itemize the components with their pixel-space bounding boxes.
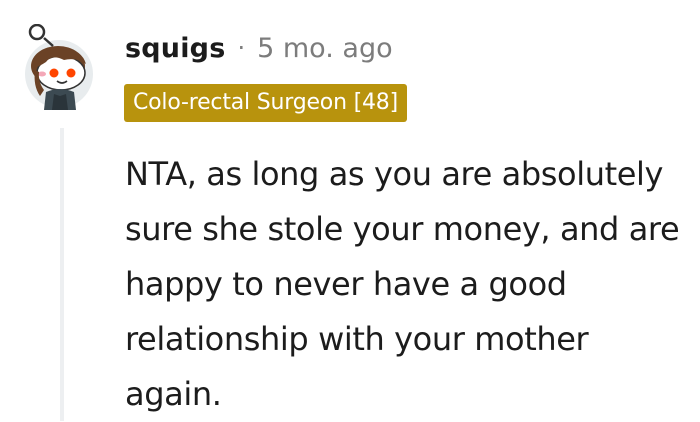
meta-separator: · xyxy=(237,34,246,62)
thread-line[interactable] xyxy=(60,128,64,421)
timestamp[interactable]: 5 mo. ago xyxy=(257,33,392,64)
user-flair: Colo-rectal Surgeon [48] xyxy=(124,84,407,122)
comment-body: NTA, as long as you are absolutely sure … xyxy=(125,155,680,413)
reddit-snoo-avatar-icon xyxy=(25,23,93,110)
username-link[interactable]: squigs xyxy=(125,33,225,64)
user-avatar[interactable] xyxy=(24,23,94,110)
comment-meta: squigs · 5 mo. ago xyxy=(125,30,393,66)
comment: squigs · 5 mo. ago Colo-rectal Surgeon [… xyxy=(0,0,700,421)
